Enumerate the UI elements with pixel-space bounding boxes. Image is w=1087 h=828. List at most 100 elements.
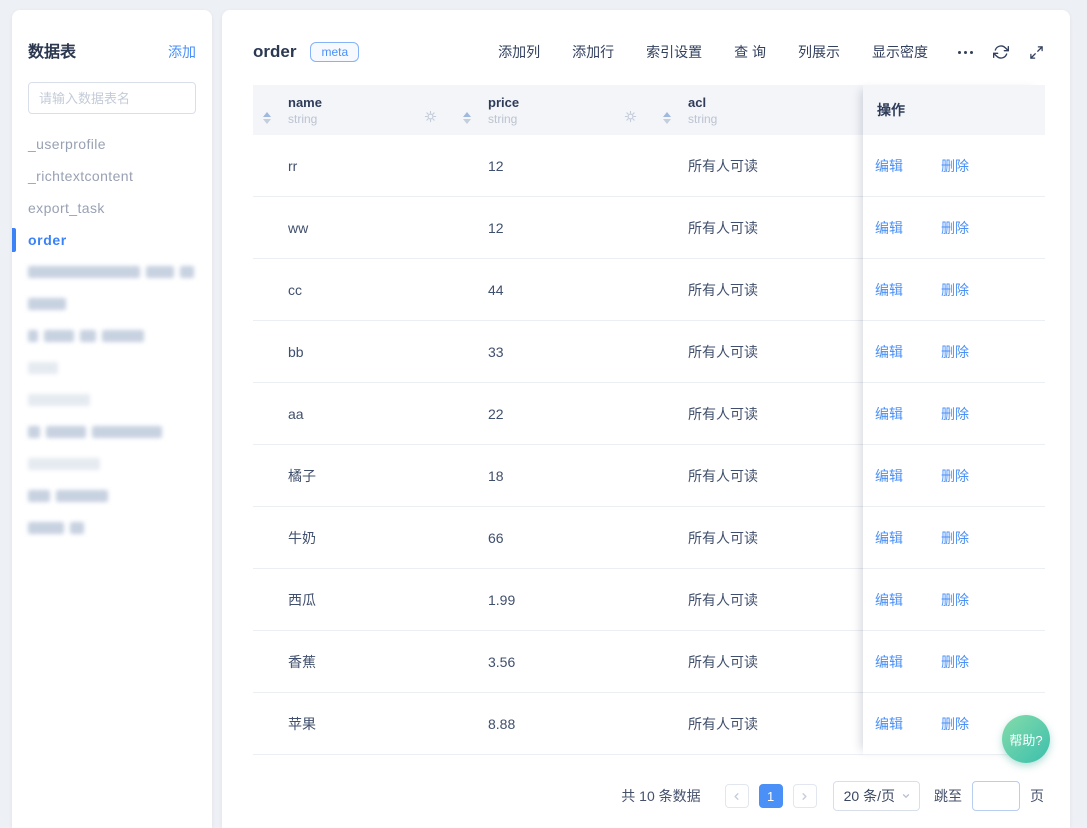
column-title: price bbox=[488, 94, 641, 111]
sort-carets-icon[interactable] bbox=[663, 112, 671, 124]
refresh-icon[interactable] bbox=[993, 44, 1009, 60]
sort-carets-icon[interactable] bbox=[263, 112, 271, 124]
cell-price: 18 bbox=[453, 468, 653, 484]
display-density-button[interactable]: 显示密度 bbox=[872, 42, 928, 62]
cell-name: bb bbox=[253, 344, 453, 360]
edit-link[interactable]: 编辑 bbox=[875, 218, 903, 238]
page-size-select[interactable]: 20 条/页 bbox=[833, 781, 920, 811]
edit-link[interactable]: 编辑 bbox=[875, 404, 903, 424]
datatable-sidebar: 数据表 添加 _userprofile _richtextcontent exp… bbox=[12, 10, 212, 828]
delete-link[interactable]: 删除 bbox=[941, 590, 969, 610]
sidebar-item-redacted[interactable] bbox=[12, 448, 212, 480]
add-column-button[interactable]: 添加列 bbox=[498, 42, 540, 62]
total-count-text: 共 10 条数据 bbox=[621, 786, 700, 806]
query-button[interactable]: 查 询 bbox=[734, 42, 766, 62]
column-settings-gear-icon[interactable] bbox=[424, 110, 437, 123]
cell-acl: 所有人可读 bbox=[653, 714, 863, 734]
cell-price: 12 bbox=[453, 158, 653, 174]
sidebar-item-redacted[interactable] bbox=[12, 288, 212, 320]
column-title: acl bbox=[688, 94, 851, 111]
column-display-button[interactable]: 列展示 bbox=[798, 42, 840, 62]
cell-name: 香蕉 bbox=[253, 652, 453, 672]
table-search bbox=[28, 82, 196, 114]
redacted-text bbox=[70, 522, 84, 534]
redacted-text bbox=[28, 458, 100, 470]
table-toolbar: 添加列 添加行 索引设置 查 询 列展示 显示密度 bbox=[466, 42, 1044, 62]
delete-link[interactable]: 删除 bbox=[941, 714, 969, 734]
edit-link[interactable]: 编辑 bbox=[875, 590, 903, 610]
redacted-text bbox=[146, 266, 174, 278]
delete-link[interactable]: 删除 bbox=[941, 652, 969, 672]
redacted-text bbox=[28, 490, 50, 502]
redacted-text bbox=[28, 298, 66, 310]
sidebar-item-redacted[interactable] bbox=[12, 480, 212, 512]
chevron-down-icon bbox=[901, 791, 911, 801]
delete-link[interactable]: 删除 bbox=[941, 218, 969, 238]
more-ellipsis-icon[interactable] bbox=[958, 51, 973, 54]
sidebar-header: 数据表 添加 bbox=[12, 10, 212, 62]
sidebar-item-userprofile[interactable]: _userprofile bbox=[12, 128, 212, 160]
edit-link[interactable]: 编辑 bbox=[875, 714, 903, 734]
edit-link[interactable]: 编辑 bbox=[875, 466, 903, 486]
redacted-text bbox=[92, 426, 162, 438]
sidebar-item-redacted[interactable] bbox=[12, 384, 212, 416]
page-1-button[interactable]: 1 bbox=[759, 784, 783, 808]
jump-to-page-input[interactable] bbox=[972, 781, 1020, 811]
panel-header: order meta 添加列 添加行 索引设置 查 询 列展示 显示密度 bbox=[253, 24, 1044, 80]
edit-link[interactable]: 编辑 bbox=[875, 156, 903, 176]
column-header-acl[interactable]: acl string bbox=[653, 85, 863, 135]
delete-link[interactable]: 删除 bbox=[941, 528, 969, 548]
sidebar-item-order[interactable]: order bbox=[12, 224, 212, 256]
cell-price: 8.88 bbox=[453, 716, 653, 732]
sort-carets-icon[interactable] bbox=[463, 112, 471, 124]
delete-link[interactable]: 删除 bbox=[941, 342, 969, 362]
delete-link[interactable]: 删除 bbox=[941, 280, 969, 300]
cell-price: 12 bbox=[453, 220, 653, 236]
redacted-text bbox=[56, 490, 108, 502]
row-actions: 编辑 删除 bbox=[863, 445, 1045, 507]
sidebar-item-export-task[interactable]: export_task bbox=[12, 192, 212, 224]
expand-icon[interactable] bbox=[1029, 45, 1044, 60]
delete-link[interactable]: 删除 bbox=[941, 156, 969, 176]
redacted-text bbox=[180, 266, 194, 278]
sidebar-item-redacted[interactable] bbox=[12, 320, 212, 352]
column-header-price[interactable]: price string bbox=[453, 85, 653, 135]
sidebar-item-redacted[interactable] bbox=[12, 416, 212, 448]
cell-acl: 所有人可读 bbox=[653, 404, 863, 424]
add-row-button[interactable]: 添加行 bbox=[572, 42, 614, 62]
delete-link[interactable]: 删除 bbox=[941, 466, 969, 486]
help-button[interactable]: 帮助? bbox=[1002, 715, 1050, 763]
add-table-link[interactable]: 添加 bbox=[168, 42, 196, 62]
edit-link[interactable]: 编辑 bbox=[875, 528, 903, 548]
edit-link[interactable]: 编辑 bbox=[875, 652, 903, 672]
operations-fixed-column: 操作 编辑 删除 编辑 删除 编辑 删除 编辑 删除 编辑 删除 编辑 删除 编… bbox=[863, 85, 1045, 755]
operations-header: 操作 bbox=[863, 85, 1045, 135]
delete-link[interactable]: 删除 bbox=[941, 404, 969, 424]
sidebar-item-redacted[interactable] bbox=[12, 512, 212, 544]
table-search-input[interactable] bbox=[28, 82, 196, 114]
edit-link[interactable]: 编辑 bbox=[875, 342, 903, 362]
pagination-bar: 共 10 条数据 1 20 条/页 跳至 页 bbox=[621, 780, 1044, 812]
meta-badge[interactable]: meta bbox=[310, 42, 359, 62]
cell-acl: 所有人可读 bbox=[653, 466, 863, 486]
column-settings-gear-icon[interactable] bbox=[624, 110, 637, 123]
cell-name: ww bbox=[253, 220, 453, 236]
redacted-text bbox=[28, 266, 140, 278]
sidebar-item-redacted[interactable] bbox=[12, 256, 212, 288]
page-unit-label: 页 bbox=[1030, 786, 1044, 806]
next-page-button[interactable] bbox=[793, 784, 817, 808]
prev-page-button[interactable] bbox=[725, 784, 749, 808]
redacted-text bbox=[28, 394, 90, 406]
cell-name: 牛奶 bbox=[253, 528, 453, 548]
cell-acl: 所有人可读 bbox=[653, 218, 863, 238]
cell-acl: 所有人可读 bbox=[653, 342, 863, 362]
redacted-text bbox=[28, 426, 40, 438]
row-actions: 编辑 删除 bbox=[863, 383, 1045, 445]
sidebar-item-redacted[interactable] bbox=[12, 352, 212, 384]
index-settings-button[interactable]: 索引设置 bbox=[646, 42, 702, 62]
redacted-text bbox=[28, 362, 58, 374]
sidebar-item-richtextcontent[interactable]: _richtextcontent bbox=[12, 160, 212, 192]
column-header-name[interactable]: name string bbox=[253, 85, 453, 135]
edit-link[interactable]: 编辑 bbox=[875, 280, 903, 300]
column-title: name bbox=[288, 94, 441, 111]
